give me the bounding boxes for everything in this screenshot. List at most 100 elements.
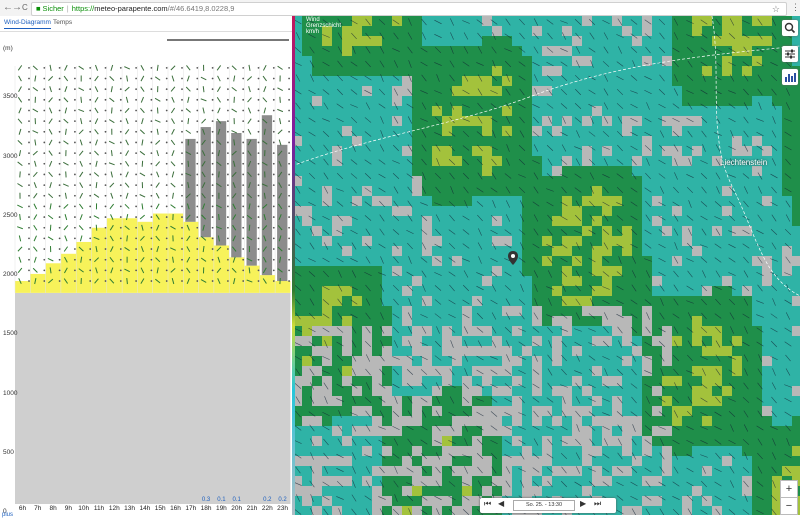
wind-speed-cell: [502, 76, 512, 86]
wind-map-layer[interactable]: [292, 16, 800, 515]
wind-speed-cell: [432, 66, 442, 76]
plus-label[interactable]: plus: [2, 512, 13, 518]
wind-speed-cell: [312, 346, 322, 356]
wind-speed-cell: [632, 196, 642, 206]
wind-speed-cell: [672, 356, 682, 366]
wind-speed-cell: [622, 66, 632, 76]
wind-speed-cell: [322, 296, 332, 306]
wind-speed-cell: [592, 426, 602, 436]
bar-chart-icon[interactable]: [782, 69, 798, 85]
wind-speed-cell: [752, 366, 762, 376]
wind-speed-cell: [682, 116, 692, 126]
wind-speed-cell: [742, 136, 752, 146]
wind-speed-cell: [482, 26, 492, 36]
location-marker-icon[interactable]: [508, 251, 518, 265]
wind-speed-cell: [402, 286, 412, 296]
wind-map[interactable]: Wind Grenzschicht km/h Liechtenstein + −…: [292, 16, 800, 515]
wind-speed-cell: [762, 346, 772, 356]
wind-speed-cell: [662, 76, 672, 86]
tab-wind-diagramm[interactable]: Wind-Diagramm: [4, 19, 51, 29]
browser-menu-icon[interactable]: ⋮: [791, 2, 800, 13]
wind-speed-cell: [622, 206, 632, 216]
wind-speed-cell: [482, 36, 492, 46]
wind-speed-mark: [273, 163, 275, 165]
wind-arrow: [109, 163, 115, 165]
wind-speed-mark: [196, 269, 198, 271]
wind-arrow: [263, 76, 267, 81]
sliders-icon[interactable]: [782, 46, 798, 62]
tab-temps[interactable]: Temps: [53, 19, 72, 26]
wind-speed-cell: [502, 316, 512, 326]
wind-speed-cell: [582, 236, 592, 246]
wind-speed-cell: [772, 36, 782, 46]
time-display[interactable]: So. 25. - 13:30: [513, 500, 575, 511]
wind-speed-mark: [196, 152, 198, 154]
wind-speed-cell: [432, 186, 442, 196]
wind-speed-mark: [166, 195, 168, 197]
wind-arrow: [33, 247, 37, 252]
wind-speed-mark: [196, 206, 198, 208]
wind-speed-cell: [792, 196, 800, 206]
wind-speed-cell: [422, 416, 432, 426]
wind-speed-cell: [332, 76, 342, 86]
wind-speed-cell: [412, 176, 422, 186]
wind-speed-cell: [542, 26, 552, 36]
wind-speed-cell: [552, 466, 562, 476]
wind-speed-cell: [372, 196, 382, 206]
wind-arrow: [202, 119, 206, 123]
search-icon[interactable]: [782, 20, 798, 36]
wind-speed-cell: [732, 436, 742, 446]
bookmark-star-icon[interactable]: ☆: [772, 3, 780, 15]
wind-speed-cell: [362, 416, 372, 426]
wind-speed-cell: [552, 236, 562, 246]
time-first-button[interactable]: ⏮: [484, 499, 491, 509]
zoom-out-button[interactable]: −: [780, 497, 798, 515]
wind-speed-mark: [89, 99, 91, 101]
wind-speed-cell: [402, 276, 412, 286]
wind-speed-cell: [542, 206, 552, 216]
wind-speed-cell: [462, 326, 472, 336]
wind-speed-cell: [462, 96, 472, 106]
wind-speed-cell: [532, 26, 542, 36]
wind-speed-cell: [422, 176, 432, 186]
wind-speed-mark: [135, 142, 137, 144]
wind-arrow: [33, 131, 38, 133]
wind-speed-cell: [572, 456, 582, 466]
wind-speed-cell: [752, 176, 762, 186]
wind-speed-cell: [582, 256, 592, 266]
wind-speed-cell: [322, 206, 332, 216]
wind-speed-mark: [59, 152, 61, 154]
time-next-button[interactable]: ▶: [580, 499, 586, 508]
wind-speed-cell: [352, 336, 362, 346]
wind-speed-cell: [432, 276, 442, 286]
wind-speed-cell: [592, 366, 602, 376]
wind-speed-cell: [722, 326, 732, 336]
wind-speed-cell: [502, 206, 512, 216]
wind-speed-cell: [312, 66, 322, 76]
address-bar[interactable]: ■Sicher|https://meteo-parapente.com/#/46…: [31, 2, 787, 16]
zoom-in-button[interactable]: +: [780, 480, 798, 498]
wind-speed-cell: [652, 436, 662, 446]
wind-speed-mark: [242, 269, 244, 271]
wind-speed-cell: [342, 436, 352, 446]
wind-speed-cell: [532, 106, 542, 116]
wind-speed-mark: [258, 110, 260, 112]
wind-speed-cell: [652, 336, 662, 346]
wind-speed-cell: [372, 396, 382, 406]
wind-speed-cell: [482, 16, 492, 26]
reload-icon[interactable]: C: [22, 2, 28, 14]
wind-speed-cell: [452, 276, 462, 286]
time-prev-button[interactable]: ◀: [498, 499, 504, 508]
wind-speed-cell: [752, 206, 762, 216]
wind-speed-mark: [59, 78, 61, 80]
wind-speed-cell: [302, 176, 312, 186]
wind-speed-cell: [732, 326, 742, 336]
wind-speed-cell: [382, 306, 392, 316]
wind-speed-cell: [782, 276, 792, 286]
wind-speed-cell: [732, 106, 742, 116]
wind-arrow: [248, 108, 250, 114]
time-last-button[interactable]: ⏭: [594, 499, 601, 509]
forward-icon[interactable]: →: [12, 2, 22, 14]
wind-speed-mark: [59, 206, 61, 208]
wind-speed-cell: [602, 176, 612, 186]
